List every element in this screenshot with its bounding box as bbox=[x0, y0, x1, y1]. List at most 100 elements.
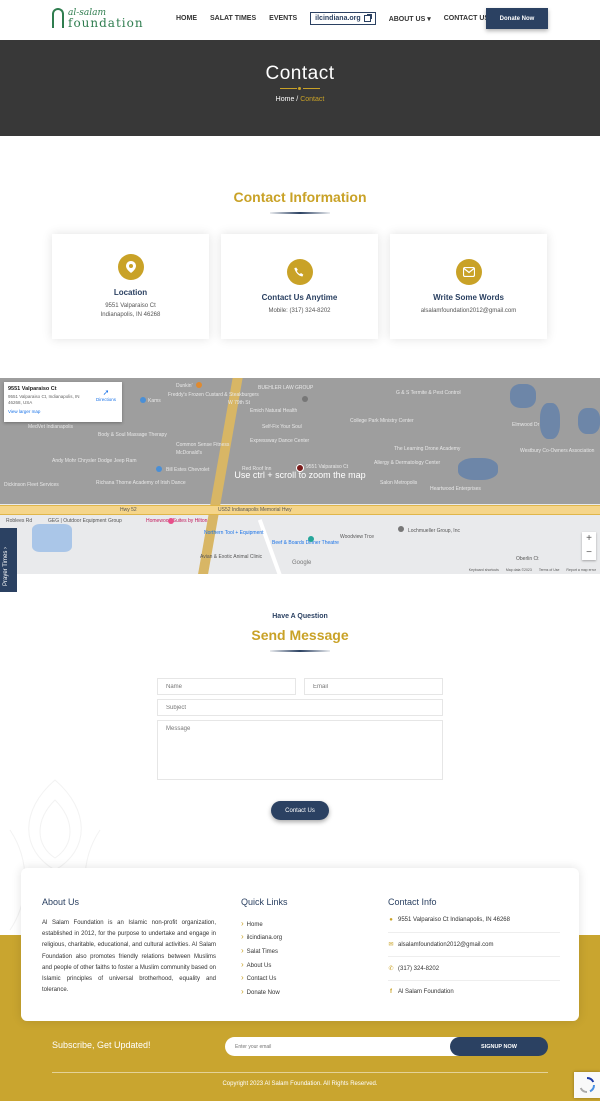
caret-down-icon: ▾ bbox=[427, 15, 431, 23]
prayer-times-label: Prayer Times › bbox=[3, 546, 9, 586]
name-input[interactable] bbox=[157, 678, 296, 695]
footer-link-home[interactable]: Home bbox=[241, 919, 263, 928]
zoom-in-button[interactable]: + bbox=[582, 532, 596, 546]
nav-home[interactable]: HOME bbox=[176, 15, 197, 22]
map-label: Lochmueller Group, Inc bbox=[408, 528, 460, 534]
map-label: Freddy's Frozen Custard & Steakburgers bbox=[168, 392, 259, 398]
map-label: Westbury Co-Owners Association bbox=[520, 448, 595, 454]
footer-link-contact-us[interactable]: Contact Us bbox=[241, 973, 277, 982]
nav-ilcindiana-label: ilcindiana.org bbox=[315, 15, 361, 22]
main-menu: HOME SALAT TIMES EVENTS ilcindiana.org A… bbox=[176, 12, 502, 25]
copyright-text: Copyright 2023 Al Salam Foundation. All … bbox=[222, 1081, 378, 1087]
footer-link-ilcindiana[interactable]: ilcindiana.org bbox=[241, 932, 282, 941]
map-label: Expressway Dance Center bbox=[250, 438, 310, 444]
prayer-times-tab[interactable]: Prayer Times › bbox=[0, 528, 17, 592]
google-logo: Google bbox=[292, 560, 312, 566]
embedded-map[interactable]: Dunkin' BUEHLER LAW GROUP Kams Freddy's … bbox=[0, 378, 600, 574]
map-label: Dickinson Fleet Services bbox=[4, 482, 59, 488]
footer-address-text: 9551 Valparaiso Ct Indianapolis, IN 4626… bbox=[398, 917, 510, 923]
page-title: Contact bbox=[265, 63, 335, 84]
footer-address: ● 9551 Valparaiso Ct Indianapolis, IN 46… bbox=[388, 917, 560, 923]
breadcrumb-current: Contact bbox=[300, 96, 325, 103]
map-label: W 79th St bbox=[228, 400, 250, 406]
page-hero: Contact Home / Contact bbox=[0, 40, 600, 136]
map-label: G & S Termite & Pest Control bbox=[396, 390, 461, 396]
form-title-underline bbox=[270, 650, 330, 652]
footer-info-card: About Us Al Salam Foundation is an Islam… bbox=[21, 868, 579, 1021]
location-pin-icon bbox=[117, 254, 144, 280]
map-label: Northern Tool + Equipment bbox=[204, 530, 264, 536]
nav-about-us-label: ABOUT US bbox=[388, 15, 426, 23]
poi-marker-icon bbox=[140, 397, 146, 403]
signup-now-button[interactable]: SIGNUP NOW bbox=[450, 1037, 548, 1056]
donate-now-button[interactable]: Donate Now bbox=[486, 8, 548, 29]
map-place-card: 9551 Valparaiso Ct 9551 Valparaiso Ct, I… bbox=[4, 382, 122, 422]
map-zoom-hint: Use ctrl + scroll to zoom the map bbox=[234, 470, 366, 480]
nav-ilcindiana-link[interactable]: ilcindiana.org bbox=[310, 12, 376, 25]
map-label: Roblees Rd bbox=[6, 518, 33, 524]
map-label: Oberlin Ct bbox=[516, 556, 539, 562]
map-label: GEG | Outdoor Equipment Group bbox=[48, 518, 122, 524]
map-label: College Park Ministry Center bbox=[350, 418, 414, 424]
nav-salat-times[interactable]: SALAT TIMES bbox=[210, 15, 256, 22]
footer-quick-links-title: Quick Links bbox=[241, 897, 288, 907]
subject-input[interactable] bbox=[157, 699, 443, 716]
poi-marker-icon bbox=[302, 396, 308, 402]
map-label: McDonald's bbox=[176, 450, 202, 456]
map-label: Self-Fix Your Soul bbox=[262, 424, 302, 430]
phone-icon: ✆ bbox=[388, 966, 394, 972]
footer-email-text: alsalamfoundation2012@gmail.com bbox=[398, 941, 494, 948]
map-zoom-control: + − bbox=[582, 532, 596, 560]
terms-link[interactable]: Terms of Use bbox=[539, 568, 560, 572]
subscribe-email-input[interactable] bbox=[225, 1037, 470, 1056]
external-link-icon bbox=[363, 14, 372, 22]
form-title: Send Message bbox=[251, 627, 349, 643]
zoom-out-button[interactable]: − bbox=[582, 546, 596, 560]
footer-email[interactable]: ✉ alsalamfoundation2012@gmail.com bbox=[388, 941, 560, 949]
location-line-2: Indianapolis, IN 46268 bbox=[100, 312, 161, 318]
map-label: Woodview Trce bbox=[340, 534, 375, 540]
keyboard-shortcuts-link[interactable]: Keyboard shortcuts bbox=[469, 568, 499, 572]
recaptcha-icon bbox=[579, 1077, 595, 1093]
email-input[interactable] bbox=[304, 678, 443, 695]
recaptcha-badge[interactable] bbox=[574, 1072, 600, 1098]
footer-link-about-us[interactable]: About Us bbox=[241, 960, 272, 969]
footer-phone-text: (317) 324-8202 bbox=[398, 965, 440, 972]
map-label: Allergy & Dermatology Center bbox=[374, 460, 441, 466]
footer-facebook-text: Al Salam Foundation bbox=[398, 989, 454, 995]
footer-phone[interactable]: ✆ (317) 324-8202 bbox=[388, 965, 560, 973]
directions-label: Directions bbox=[95, 397, 116, 402]
map-label: MedVet Indianapolis bbox=[28, 424, 74, 430]
view-larger-map-link[interactable]: View larger map bbox=[8, 409, 118, 414]
phone-card: Contact Us Anytime Mobile: (317) 324-820… bbox=[221, 234, 378, 339]
footer-link-donate-now[interactable]: Donate Now bbox=[241, 987, 280, 996]
footer-link-salat-times[interactable]: Salat Times bbox=[241, 946, 278, 955]
map-place-address: 9551 Valparaiso Ct, Indianapolis, IN 462… bbox=[8, 394, 80, 405]
map-label: Dunkin' bbox=[176, 383, 193, 389]
email-line[interactable]: alsalamfoundation2012@gmail.com bbox=[390, 307, 547, 316]
message-textarea[interactable] bbox=[157, 720, 443, 780]
location-card: Location 9551 Valparaiso Ct Indianapolis… bbox=[52, 234, 209, 339]
map-label: BUEHLER LAW GROUP bbox=[258, 385, 314, 391]
contact-us-submit-button[interactable]: Contact Us bbox=[271, 801, 329, 820]
map-data-text: Map data ©2023 bbox=[505, 568, 532, 572]
directions-icon: ➚ bbox=[102, 388, 110, 397]
form-kicker: Have A Question bbox=[272, 613, 328, 620]
footer-facebook[interactable]: f Al Salam Foundation bbox=[388, 989, 560, 995]
phone-card-title: Contact Us Anytime bbox=[261, 293, 338, 302]
contact-info-underline bbox=[270, 212, 330, 214]
map-label: US52 Indianapolis Memorial Hwy bbox=[218, 507, 292, 513]
nav-about-us[interactable]: ABOUT US ▾ bbox=[389, 15, 431, 23]
site-logo[interactable]: al-salam foundation bbox=[52, 8, 144, 29]
poi-marker-icon bbox=[398, 526, 404, 532]
poi-marker-icon bbox=[196, 382, 202, 388]
map-label: Common Sense Fitness bbox=[176, 442, 230, 448]
map-label: Richana Thorne Academy of Irish Dance bbox=[96, 480, 186, 486]
map-label: The Learning Drone Academy bbox=[394, 446, 461, 452]
directions-button[interactable]: ➚ Directions bbox=[96, 388, 116, 402]
map-pin-icon: ● bbox=[389, 917, 393, 923]
nav-events[interactable]: EVENTS bbox=[269, 15, 297, 22]
nav-contact-us[interactable]: CONTACT US bbox=[444, 15, 489, 22]
breadcrumb-home[interactable]: Home bbox=[276, 96, 295, 103]
report-error-link[interactable]: Report a map error bbox=[566, 568, 596, 572]
